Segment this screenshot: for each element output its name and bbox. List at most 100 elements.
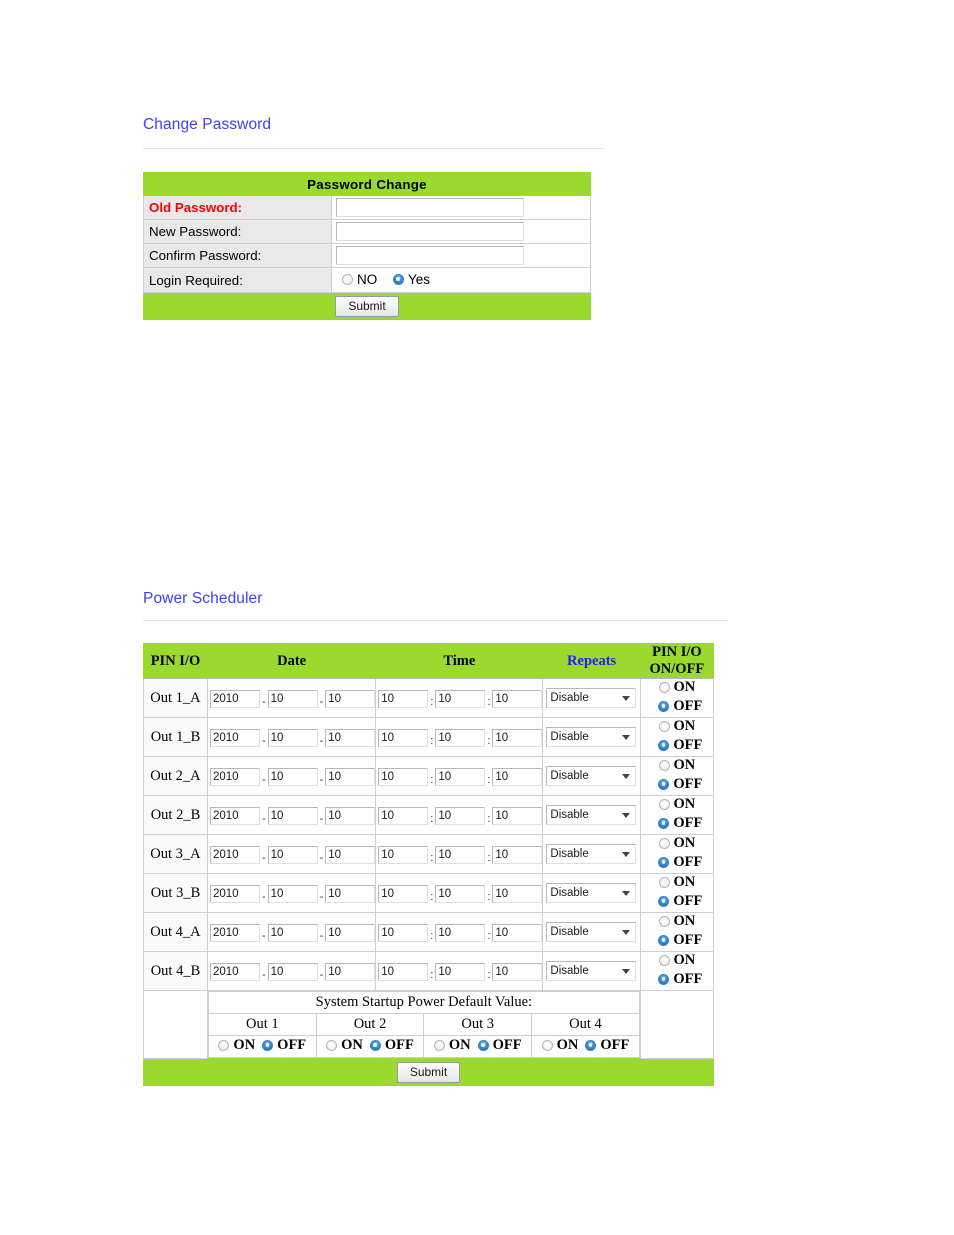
radio-icon[interactable] bbox=[218, 1040, 230, 1051]
radio-icon[interactable] bbox=[585, 1040, 597, 1051]
confirm-password-input[interactable] bbox=[336, 246, 524, 265]
minute-input[interactable] bbox=[435, 923, 486, 942]
year-input[interactable] bbox=[209, 728, 260, 747]
hour-input[interactable] bbox=[378, 728, 429, 747]
month-input[interactable] bbox=[267, 923, 318, 942]
minute-input[interactable] bbox=[435, 767, 486, 786]
pin-state-off-option[interactable]: OFF bbox=[658, 971, 702, 988]
radio-icon[interactable] bbox=[658, 818, 670, 829]
pin-state-off-option[interactable]: OFF bbox=[658, 776, 702, 793]
minute-input[interactable] bbox=[435, 884, 486, 903]
radio-icon[interactable] bbox=[392, 274, 404, 285]
day-input[interactable] bbox=[325, 728, 376, 747]
minute-input[interactable] bbox=[435, 689, 486, 708]
hour-input[interactable] bbox=[378, 923, 429, 942]
minute-input[interactable] bbox=[435, 806, 486, 825]
radio-icon[interactable] bbox=[658, 760, 670, 771]
radio-icon[interactable] bbox=[658, 935, 670, 946]
year-input[interactable] bbox=[209, 962, 260, 981]
radio-icon[interactable] bbox=[342, 274, 353, 285]
radio-icon[interactable] bbox=[433, 1040, 445, 1051]
radio-icon[interactable] bbox=[658, 857, 670, 868]
radio-icon[interactable] bbox=[658, 974, 670, 985]
hour-input[interactable] bbox=[378, 767, 429, 786]
second-input[interactable] bbox=[492, 806, 543, 825]
startup-state-on-option[interactable]: ON bbox=[326, 1037, 363, 1054]
pin-state-on-option[interactable]: ON bbox=[658, 835, 695, 852]
year-input[interactable] bbox=[209, 689, 260, 708]
pin-state-off-option[interactable]: OFF bbox=[658, 737, 702, 754]
radio-icon[interactable] bbox=[658, 916, 670, 927]
login-required-yes-option[interactable]: Yes bbox=[392, 272, 430, 287]
minute-input[interactable] bbox=[435, 962, 486, 981]
pin-state-on-option[interactable]: ON bbox=[658, 757, 695, 774]
startup-state-on-option[interactable]: ON bbox=[218, 1037, 255, 1054]
repeats-select[interactable]: Disable bbox=[546, 727, 637, 747]
pin-state-on-option[interactable]: ON bbox=[658, 796, 695, 813]
day-input[interactable] bbox=[325, 767, 376, 786]
second-input[interactable] bbox=[492, 884, 543, 903]
startup-state-off-option[interactable]: OFF bbox=[585, 1037, 629, 1054]
radio-icon[interactable] bbox=[658, 701, 670, 712]
radio-icon[interactable] bbox=[658, 682, 670, 693]
radio-icon[interactable] bbox=[658, 799, 670, 810]
repeats-select[interactable]: Disable bbox=[546, 688, 637, 708]
repeats-select[interactable]: Disable bbox=[546, 883, 637, 903]
pin-state-on-option[interactable]: ON bbox=[658, 874, 695, 891]
startup-state-off-option[interactable]: OFF bbox=[369, 1037, 414, 1054]
pin-state-on-option[interactable]: ON bbox=[658, 952, 695, 969]
second-input[interactable] bbox=[492, 845, 543, 864]
year-input[interactable] bbox=[209, 767, 260, 786]
radio-icon[interactable] bbox=[477, 1040, 489, 1051]
radio-icon[interactable] bbox=[658, 721, 670, 732]
year-input[interactable] bbox=[209, 884, 260, 903]
radio-icon[interactable] bbox=[658, 838, 670, 849]
pin-state-off-option[interactable]: OFF bbox=[658, 815, 702, 832]
pin-state-on-option[interactable]: ON bbox=[658, 913, 695, 930]
pin-state-off-option[interactable]: OFF bbox=[658, 893, 702, 910]
new-password-input[interactable] bbox=[336, 222, 524, 241]
radio-icon[interactable] bbox=[541, 1040, 553, 1051]
minute-input[interactable] bbox=[435, 728, 486, 747]
radio-icon[interactable] bbox=[658, 955, 670, 966]
repeats-select[interactable]: Disable bbox=[546, 805, 637, 825]
hour-input[interactable] bbox=[378, 884, 429, 903]
day-input[interactable] bbox=[325, 923, 376, 942]
second-input[interactable] bbox=[492, 923, 543, 942]
year-input[interactable] bbox=[209, 806, 260, 825]
pin-state-on-option[interactable]: ON bbox=[658, 679, 695, 696]
repeats-select[interactable]: Disable bbox=[546, 922, 637, 942]
day-input[interactable] bbox=[325, 689, 376, 708]
second-input[interactable] bbox=[492, 962, 543, 981]
login-required-no-option[interactable]: NO bbox=[342, 272, 377, 287]
day-input[interactable] bbox=[325, 845, 376, 864]
pin-state-on-option[interactable]: ON bbox=[658, 718, 695, 735]
scheduler-submit-button[interactable]: Submit bbox=[396, 1061, 461, 1083]
radio-icon[interactable] bbox=[658, 877, 670, 888]
minute-input[interactable] bbox=[435, 845, 486, 864]
hour-input[interactable] bbox=[378, 845, 429, 864]
startup-state-on-option[interactable]: ON bbox=[541, 1037, 578, 1054]
repeats-select[interactable]: Disable bbox=[546, 844, 637, 864]
radio-icon[interactable] bbox=[658, 896, 670, 907]
radio-icon[interactable] bbox=[369, 1040, 381, 1051]
radio-icon[interactable] bbox=[658, 779, 670, 790]
second-input[interactable] bbox=[492, 689, 543, 708]
radio-icon[interactable] bbox=[262, 1040, 274, 1051]
day-input[interactable] bbox=[325, 884, 376, 903]
radio-icon[interactable] bbox=[658, 740, 670, 751]
startup-state-off-option[interactable]: OFF bbox=[477, 1037, 522, 1054]
pin-state-off-option[interactable]: OFF bbox=[658, 932, 702, 949]
second-input[interactable] bbox=[492, 728, 543, 747]
hour-input[interactable] bbox=[378, 806, 429, 825]
second-input[interactable] bbox=[492, 767, 543, 786]
day-input[interactable] bbox=[325, 962, 376, 981]
month-input[interactable] bbox=[267, 962, 318, 981]
hour-input[interactable] bbox=[378, 962, 429, 981]
repeats-select[interactable]: Disable bbox=[546, 766, 637, 786]
pin-state-off-option[interactable]: OFF bbox=[658, 698, 702, 715]
year-input[interactable] bbox=[209, 923, 260, 942]
startup-state-on-option[interactable]: ON bbox=[433, 1037, 471, 1054]
pin-state-off-option[interactable]: OFF bbox=[658, 854, 702, 871]
hour-input[interactable] bbox=[378, 689, 429, 708]
